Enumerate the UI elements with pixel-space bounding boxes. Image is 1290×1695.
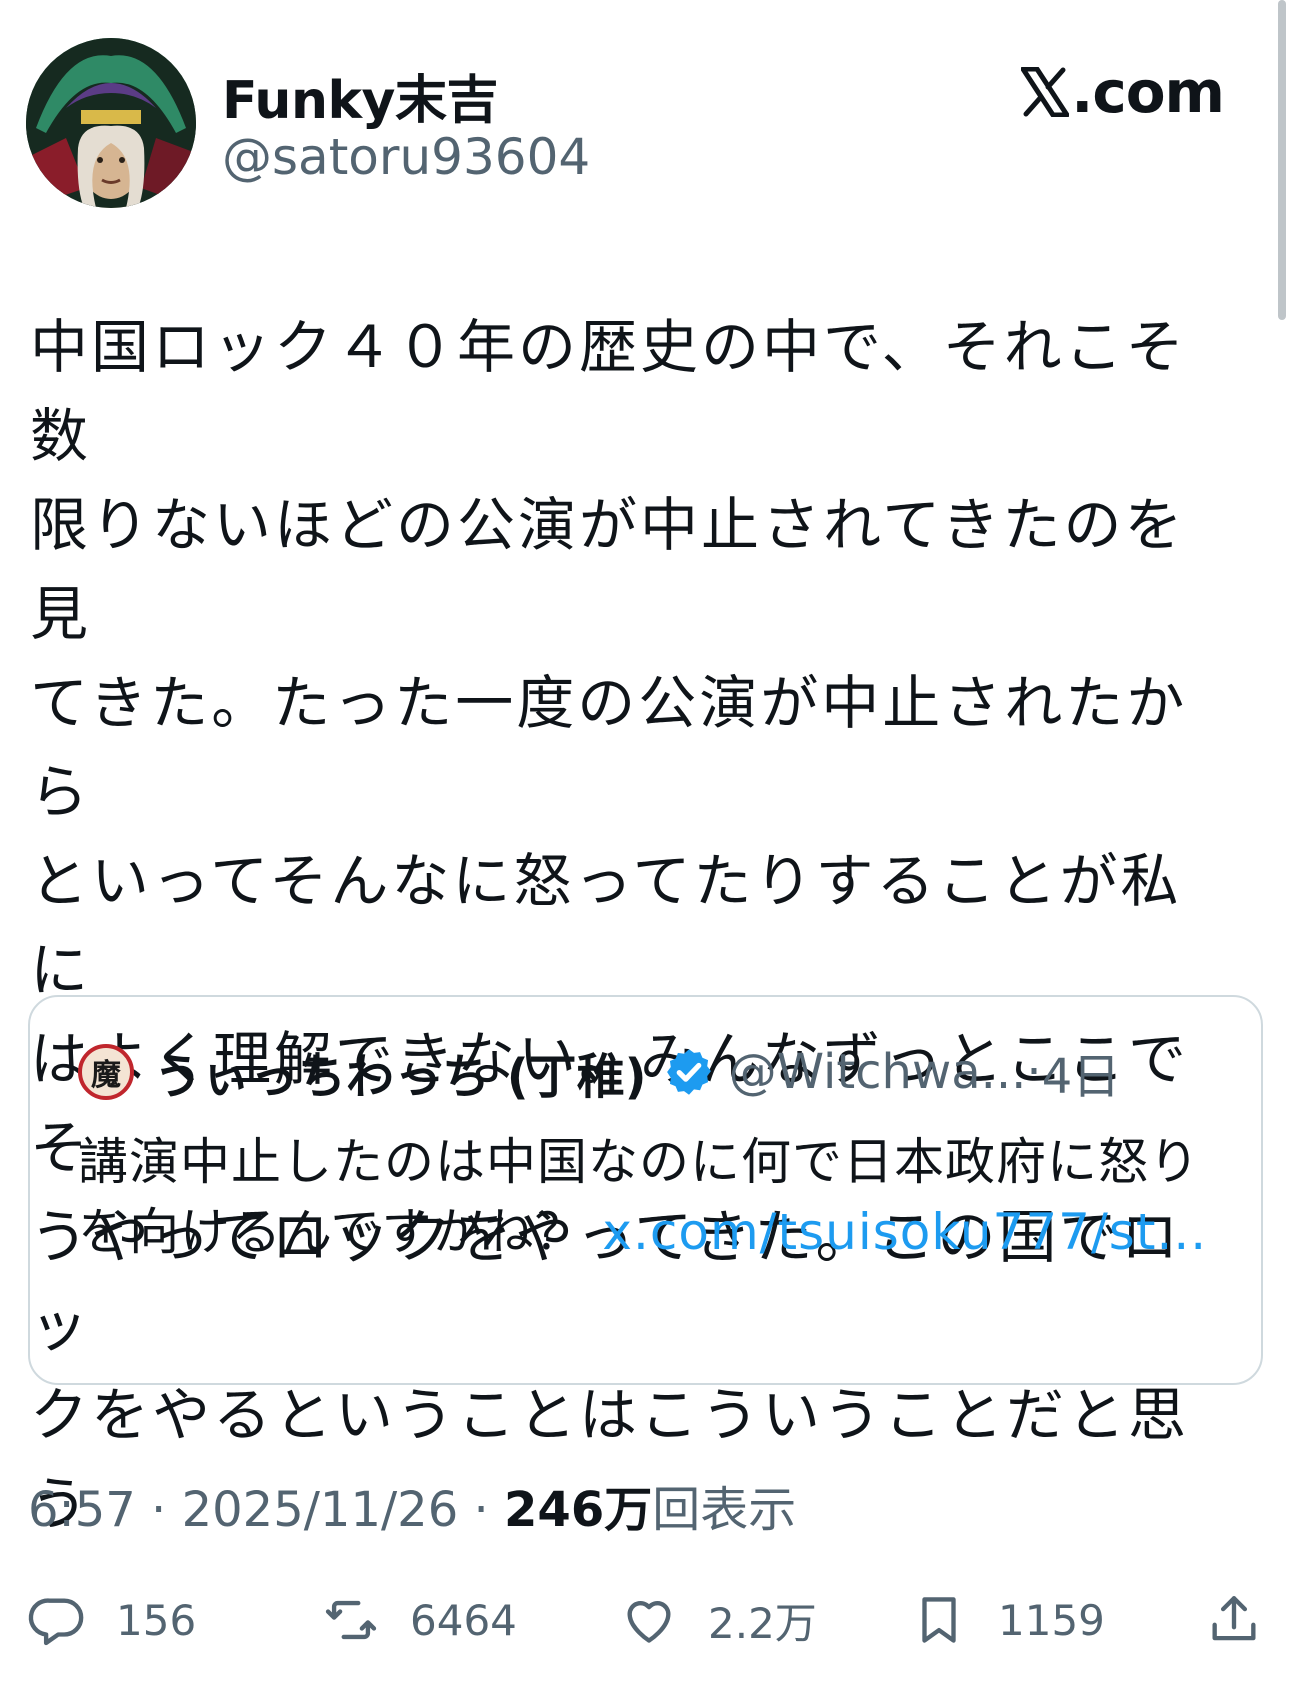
tweet-screenshot: Funky末吉 @satoru93604 .com 中国ロック４０年の歴史の中で… bbox=[0, 0, 1290, 1695]
share-button[interactable] bbox=[1205, 1580, 1263, 1660]
views-count: 246万 bbox=[504, 1482, 653, 1538]
author-avatar[interactable] bbox=[26, 38, 196, 208]
scrollbar[interactable] bbox=[1278, 0, 1286, 320]
repost-icon bbox=[325, 1600, 377, 1640]
x-logo-icon bbox=[1021, 67, 1070, 117]
author-display-name[interactable]: Funky末吉 bbox=[222, 58, 498, 133]
quoted-tweet-text: 講演中止したのは中国なのに何で日本政府に怒りを向けるんですかね？ x.com/t… bbox=[78, 1127, 1218, 1267]
repost-button[interactable]: 6464 bbox=[322, 1580, 517, 1660]
author-handle[interactable]: @satoru93604 bbox=[222, 128, 590, 186]
action-bar: 156 6464 2.2万 1159 bbox=[0, 1580, 1290, 1660]
quoted-author-name[interactable]: うぃっちわっち (丁稚) bbox=[154, 1037, 647, 1107]
quoted-separator: · bbox=[1026, 1044, 1042, 1100]
quoted-author-handle[interactable]: @Witchwa... bbox=[729, 1044, 1027, 1100]
meta-separator: · bbox=[135, 1482, 182, 1538]
reply-icon bbox=[28, 1598, 84, 1646]
like-button[interactable]: 2.2万 bbox=[620, 1580, 817, 1660]
quoted-tweet-card[interactable]: 魔 うぃっちわっち (丁稚) @Witchwa... · 4日 講演中止したのは… bbox=[28, 995, 1263, 1385]
avatar-image bbox=[26, 38, 196, 208]
tweet-text-line: 中国ロック４０年の歴史の中で、それこそ数 bbox=[30, 313, 1187, 470]
quoted-tweet-header: 魔 うぃっちわっち (丁稚) @Witchwa... · 4日 bbox=[78, 1042, 1120, 1105]
reply-count: 156 bbox=[116, 1595, 197, 1645]
share-icon bbox=[1212, 1596, 1256, 1641]
verified-badge-icon bbox=[666, 1049, 711, 1095]
quoted-author-avatar[interactable]: 魔 bbox=[78, 1044, 134, 1100]
meta-separator: · bbox=[458, 1482, 505, 1538]
repost-count: 6464 bbox=[410, 1595, 517, 1645]
views-label: 回表示 bbox=[652, 1482, 797, 1538]
tweet-text-line: 限りないほどの公演が中止されてきたのを見 bbox=[30, 491, 1186, 648]
bookmark-count: 1159 bbox=[998, 1595, 1105, 1645]
tweet-date[interactable]: 2025/11/26 bbox=[182, 1482, 459, 1538]
bookmark-icon bbox=[922, 1597, 956, 1643]
like-count: 2.2万 bbox=[708, 1598, 817, 1648]
tweet-text-line: てきた。たった一度の公演が中止されたから bbox=[30, 669, 1188, 826]
quoted-link[interactable]: x.com/tsuisoku777/st... bbox=[602, 1203, 1207, 1261]
x-brand: .com bbox=[1021, 58, 1225, 126]
quoted-time[interactable]: 4日 bbox=[1042, 1037, 1121, 1107]
heart-icon bbox=[627, 1601, 671, 1643]
tweet-text-line: といってそんなに怒ってたりすることが私に bbox=[30, 847, 1182, 1004]
x-brand-label: .com bbox=[1071, 58, 1225, 126]
reply-button[interactable]: 156 bbox=[28, 1580, 196, 1660]
tweet-meta: 6:57 · 2025/11/26 · 246万回表示 bbox=[28, 1470, 796, 1540]
tweet-time[interactable]: 6:57 bbox=[28, 1482, 136, 1538]
bookmark-button[interactable]: 1159 bbox=[910, 1580, 1105, 1660]
